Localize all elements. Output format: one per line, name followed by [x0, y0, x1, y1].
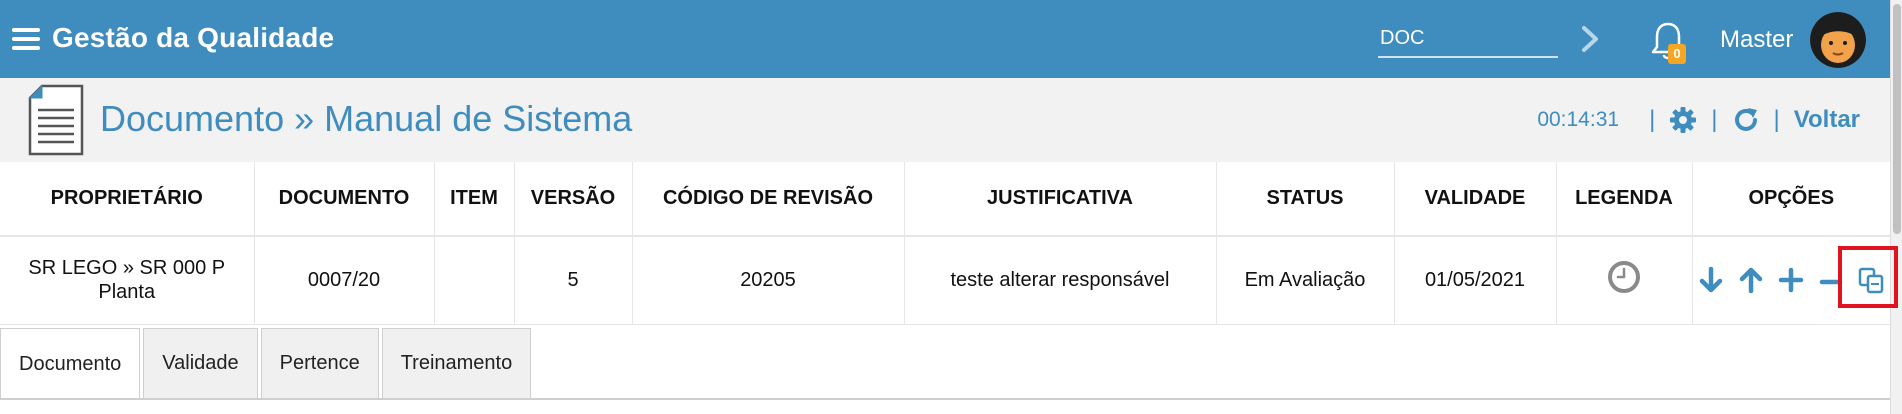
- chevron-right-icon[interactable]: [1578, 22, 1602, 56]
- cell-legenda: [1556, 236, 1693, 325]
- tab-divider: [0, 398, 1890, 400]
- gear-icon[interactable]: [1669, 106, 1697, 134]
- divider: |: [1773, 106, 1780, 133]
- column-header[interactable]: VERSÃO: [514, 162, 633, 237]
- cell-proprietario: SR LEGO » SR 000 P Planta: [0, 236, 255, 325]
- back-link[interactable]: Voltar: [1794, 106, 1860, 134]
- scrollbar-thumb[interactable]: [1893, 4, 1901, 234]
- top-navbar: Gestão da Qualidade 0 Master: [0, 0, 1890, 78]
- column-header[interactable]: VALIDADE: [1394, 162, 1557, 237]
- page-title: Documento » Manual de Sistema: [100, 98, 633, 139]
- cell-status: Em Avaliação: [1216, 236, 1395, 325]
- arrow-up-icon[interactable]: [1736, 265, 1766, 295]
- page-header: Documento » Manual de Sistema 00:14:31 |…: [0, 78, 1890, 162]
- column-header[interactable]: JUSTIFICATIVA: [904, 162, 1217, 237]
- session-timer: 00:14:31: [1537, 108, 1620, 131]
- cell-documento: 0007/20: [254, 236, 435, 325]
- column-header[interactable]: LEGENDA: [1556, 162, 1693, 237]
- cell-codigo-revisao: 20205: [632, 236, 905, 325]
- column-header: OPÇÕES: [1692, 162, 1890, 237]
- notification-badge: 0: [1668, 44, 1686, 64]
- divider: |: [1649, 106, 1656, 133]
- app-title: Gestão da Qualidade: [52, 22, 335, 53]
- arrow-down-icon[interactable]: [1696, 265, 1726, 295]
- user-name[interactable]: Master: [1720, 26, 1793, 54]
- column-header[interactable]: DOCUMENTO: [254, 162, 435, 237]
- cell-justificativa: teste alterar responsável: [904, 236, 1217, 325]
- column-header[interactable]: PROPRIETÁRIO: [0, 162, 255, 237]
- divider: |: [1711, 106, 1718, 133]
- tab-pertence[interactable]: Pertence: [260, 328, 379, 398]
- refresh-icon[interactable]: [1732, 106, 1760, 134]
- document-icon: [28, 84, 84, 156]
- tab-treinamento[interactable]: Treinamento: [381, 328, 532, 398]
- highlight-annotation: [1838, 246, 1898, 308]
- vertical-scrollbar[interactable]: [1890, 0, 1902, 414]
- tab-documento[interactable]: Documento: [0, 328, 141, 400]
- user-avatar-icon: [1810, 12, 1866, 68]
- column-header[interactable]: ITEM: [434, 162, 515, 237]
- avatar[interactable]: [1810, 12, 1866, 68]
- clock-icon: [1608, 261, 1640, 294]
- table-row: SR LEGO » SR 000 P Planta 0007/20 5 2020…: [0, 236, 1890, 325]
- plus-icon[interactable]: [1776, 265, 1806, 295]
- tab-validade[interactable]: Validade: [143, 328, 258, 398]
- search-input[interactable]: [1378, 20, 1558, 58]
- cell-validade: 01/05/2021: [1394, 236, 1557, 325]
- cell-versao: 5: [514, 236, 633, 325]
- column-header[interactable]: STATUS: [1216, 162, 1395, 237]
- header-actions: 00:14:31 | | | Voltar: [1537, 102, 1860, 138]
- tab-bar: Documento Validade Pertence Treinamento: [0, 328, 534, 400]
- column-header[interactable]: CÓDIGO DE REVISÃO: [632, 162, 905, 237]
- hamburger-menu-icon[interactable]: [12, 28, 40, 50]
- documents-table: PROPRIETÁRIO DOCUMENTO ITEM VERSÃO CÓDIG…: [0, 162, 1890, 325]
- cell-item: [434, 236, 515, 325]
- table-header-row: PROPRIETÁRIO DOCUMENTO ITEM VERSÃO CÓDIG…: [0, 162, 1890, 237]
